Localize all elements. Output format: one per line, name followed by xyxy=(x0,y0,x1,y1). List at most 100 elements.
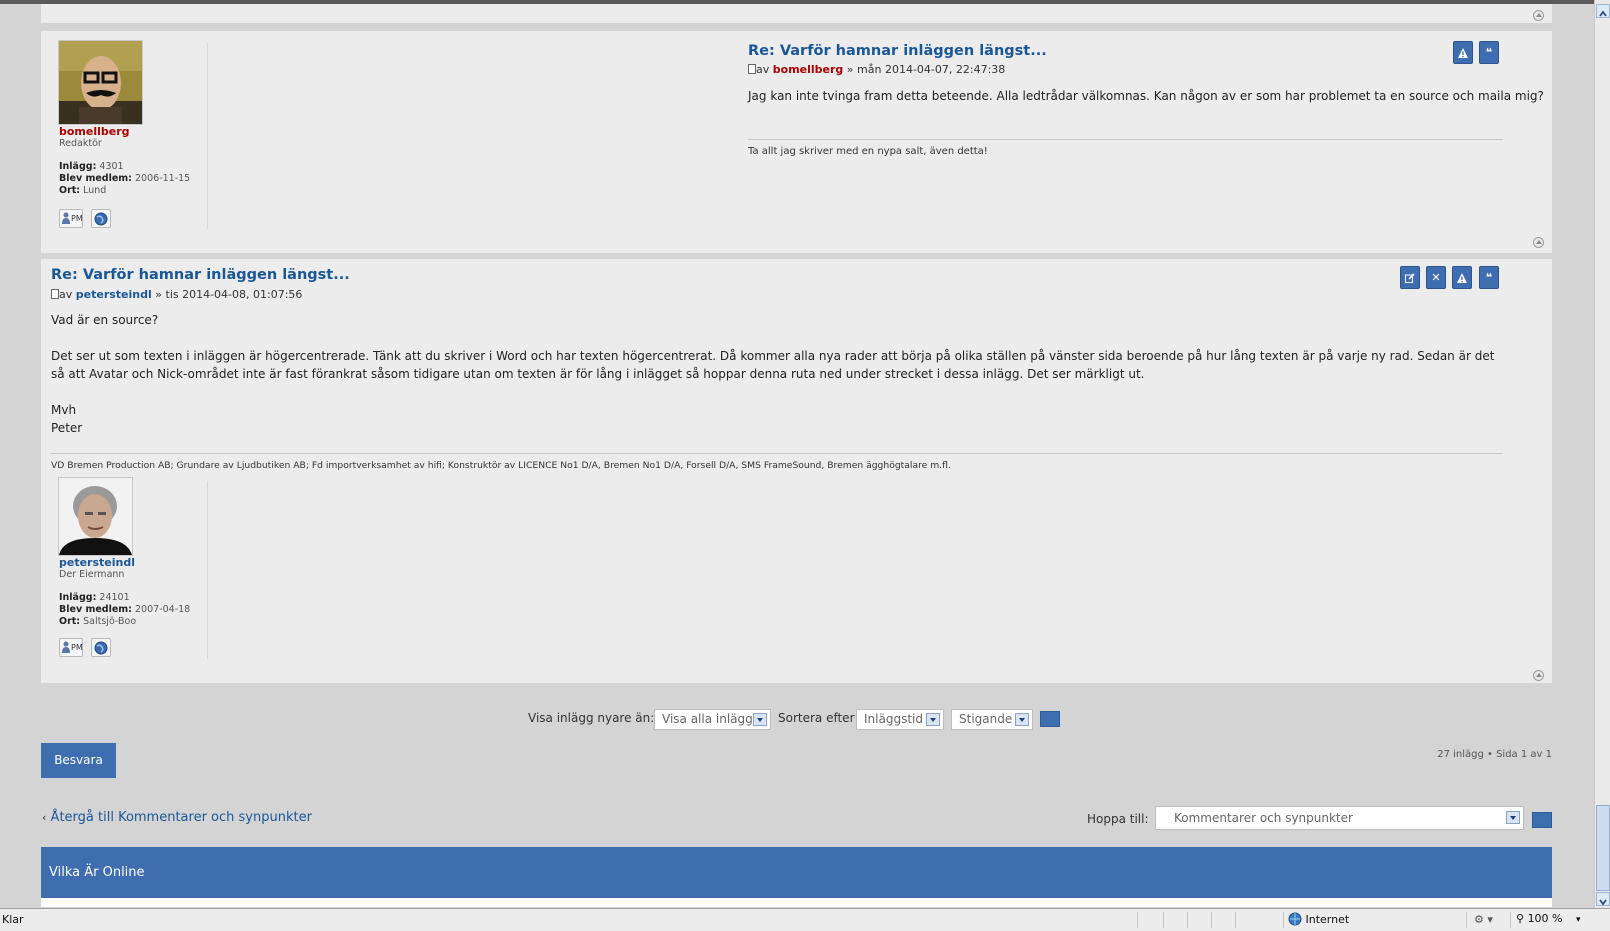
protected-mode-icon[interactable]: ⚙ ▾ xyxy=(1474,913,1493,926)
sort-by-select[interactable]: Inläggstid xyxy=(856,709,944,730)
post-paragraph: Jag kan inte tvinga fram detta beteende.… xyxy=(748,89,1544,103)
website-button[interactable] xyxy=(91,638,111,657)
jump-go-button[interactable] xyxy=(1532,812,1552,828)
post-petersteindl: Re: Varför hamnar inläggen längst... av … xyxy=(41,259,1552,683)
forum-page: bomellberg Redaktör Inlägg: 4301 Blev me… xyxy=(0,4,1594,908)
previous-post-strip xyxy=(41,4,1552,23)
profile-rank: Redaktör xyxy=(59,138,102,149)
zone-label: Internet xyxy=(1305,913,1350,926)
pm-label: PM xyxy=(71,643,83,652)
user-icon xyxy=(62,212,70,224)
show-posts-label: Visa inlägg nyare än: xyxy=(528,711,655,725)
scroll-down-button[interactable] xyxy=(1596,892,1610,906)
sort-by-label: Sortera efter xyxy=(778,711,855,725)
chevron-left-icon: ‹ xyxy=(42,811,47,824)
post-title[interactable]: Re: Varför hamnar inläggen längst... xyxy=(748,43,1047,59)
status-separator xyxy=(1466,912,1467,928)
post-icon xyxy=(51,289,59,299)
report-button[interactable] xyxy=(1452,266,1472,289)
chevron-up-icon xyxy=(1599,10,1607,17)
quote-button[interactable]: ❝ xyxy=(1479,266,1499,289)
post-paragraph: Vad är en source? xyxy=(51,313,159,327)
post-meta: av bomellberg » mån 2014-04-07, 22:47:38 xyxy=(748,63,1005,76)
globe-icon xyxy=(94,641,108,655)
who-is-online-panel: Vilka Är Online xyxy=(41,847,1552,907)
warning-icon xyxy=(1457,273,1467,283)
edit-button[interactable] xyxy=(1400,266,1420,289)
post-bomellberg: bomellberg Redaktör Inlägg: 4301 Blev me… xyxy=(41,31,1552,253)
quote-button[interactable]: ❝ xyxy=(1479,41,1499,64)
chevron-down-icon: ▾ xyxy=(1576,915,1581,925)
status-separator xyxy=(1510,912,1511,928)
post-body: Jag kan inte tvinga fram detta beteende.… xyxy=(748,87,1544,105)
status-separator xyxy=(1187,912,1188,928)
who-is-online-heading: Vilka Är Online xyxy=(41,847,1552,898)
pm-label: PM xyxy=(71,214,83,223)
report-button[interactable] xyxy=(1453,41,1473,64)
post-author[interactable]: petersteindl xyxy=(76,288,152,301)
browser-status-bar: Klar Internet ⚙ ▾ ⚲ 100 % ▾ xyxy=(0,908,1610,931)
scroll-thumb[interactable] xyxy=(1596,805,1610,891)
back-to-top-icon[interactable] xyxy=(1533,10,1544,21)
close-icon: ✕ xyxy=(1431,271,1441,284)
globe-icon xyxy=(1288,912,1302,926)
profile-rank: Der Eiermann xyxy=(59,569,125,580)
quote-icon: ❝ xyxy=(1485,46,1493,59)
post-title[interactable]: Re: Varför hamnar inläggen längst... xyxy=(51,267,350,283)
status-text: Klar xyxy=(2,913,24,926)
reply-button[interactable]: Besvara xyxy=(41,743,116,778)
post-author[interactable]: bomellberg xyxy=(773,63,844,76)
vertical-scrollbar[interactable] xyxy=(1594,0,1610,908)
pm-button[interactable]: PM xyxy=(59,638,83,657)
profile-joined: Blev medlem: 2006-11-15 xyxy=(59,173,191,184)
sort-order-select[interactable]: Stigande xyxy=(951,709,1033,730)
signature-divider xyxy=(748,139,1503,140)
profile-posts: Inlägg: 24101 xyxy=(59,592,130,603)
status-separator xyxy=(1137,912,1138,928)
zoom-icon: ⚲ xyxy=(1516,912,1525,925)
profile-location: Ort: Lund xyxy=(59,185,107,196)
status-separator xyxy=(1235,912,1236,928)
back-to-top-icon[interactable] xyxy=(1533,237,1544,248)
scroll-up-button[interactable] xyxy=(1596,4,1610,18)
profile-name-petersteindl[interactable]: petersteindl xyxy=(59,556,135,569)
chevron-down-icon xyxy=(753,713,767,726)
profile-joined: Blev medlem: 2007-04-18 xyxy=(59,604,191,615)
pm-button[interactable]: PM xyxy=(59,209,83,228)
back-link[interactable]: ‹ Återgå till Kommentarer och synpunkter xyxy=(42,810,312,825)
status-separator xyxy=(1283,912,1284,928)
zoom-control[interactable]: ⚲ 100 % ▾ xyxy=(1516,912,1581,925)
website-button[interactable] xyxy=(91,209,111,228)
profile-location: Ort: Saltsjö-Boo xyxy=(59,616,137,627)
avatar-petersteindl xyxy=(58,477,133,556)
back-to-top-icon[interactable] xyxy=(1533,670,1544,681)
avatar-bomellberg xyxy=(58,40,143,125)
signature-divider xyxy=(51,453,1503,454)
chevron-down-icon xyxy=(1506,811,1520,824)
chevron-down-icon xyxy=(1599,899,1607,906)
user-icon xyxy=(62,641,70,653)
profile-separator xyxy=(207,43,208,229)
delete-button[interactable]: ✕ xyxy=(1426,266,1446,289)
jump-to-select[interactable]: Kommentarer och synpunkter xyxy=(1155,806,1524,830)
profile-name-bomellberg[interactable]: bomellberg xyxy=(59,125,130,138)
globe-icon xyxy=(94,212,108,226)
zoom-level: 100 % xyxy=(1527,912,1563,925)
filter-go-button[interactable] xyxy=(1040,711,1060,727)
jump-to-value: Kommentarer och synpunkter xyxy=(1174,811,1353,825)
chevron-down-icon xyxy=(1015,713,1029,726)
status-separator xyxy=(1163,912,1164,928)
sort-by-value: Inläggstid xyxy=(864,712,923,726)
status-separator xyxy=(1211,912,1212,928)
quote-icon: ❝ xyxy=(1485,271,1493,284)
profile-posts: Inlägg: 4301 xyxy=(59,161,124,172)
show-posts-value: Visa alla inlägg xyxy=(662,712,753,726)
post-paragraph: Peter xyxy=(51,421,83,435)
edit-icon xyxy=(1405,273,1415,283)
sort-order-value: Stigande xyxy=(959,712,1013,726)
profile-separator xyxy=(207,481,208,659)
show-posts-select[interactable]: Visa alla inlägg xyxy=(654,709,771,730)
post-signature: VD Bremen Production AB; Grundare av Lju… xyxy=(51,460,951,471)
post-icon xyxy=(748,64,756,74)
jump-to-label: Hoppa till: xyxy=(1087,812,1149,826)
